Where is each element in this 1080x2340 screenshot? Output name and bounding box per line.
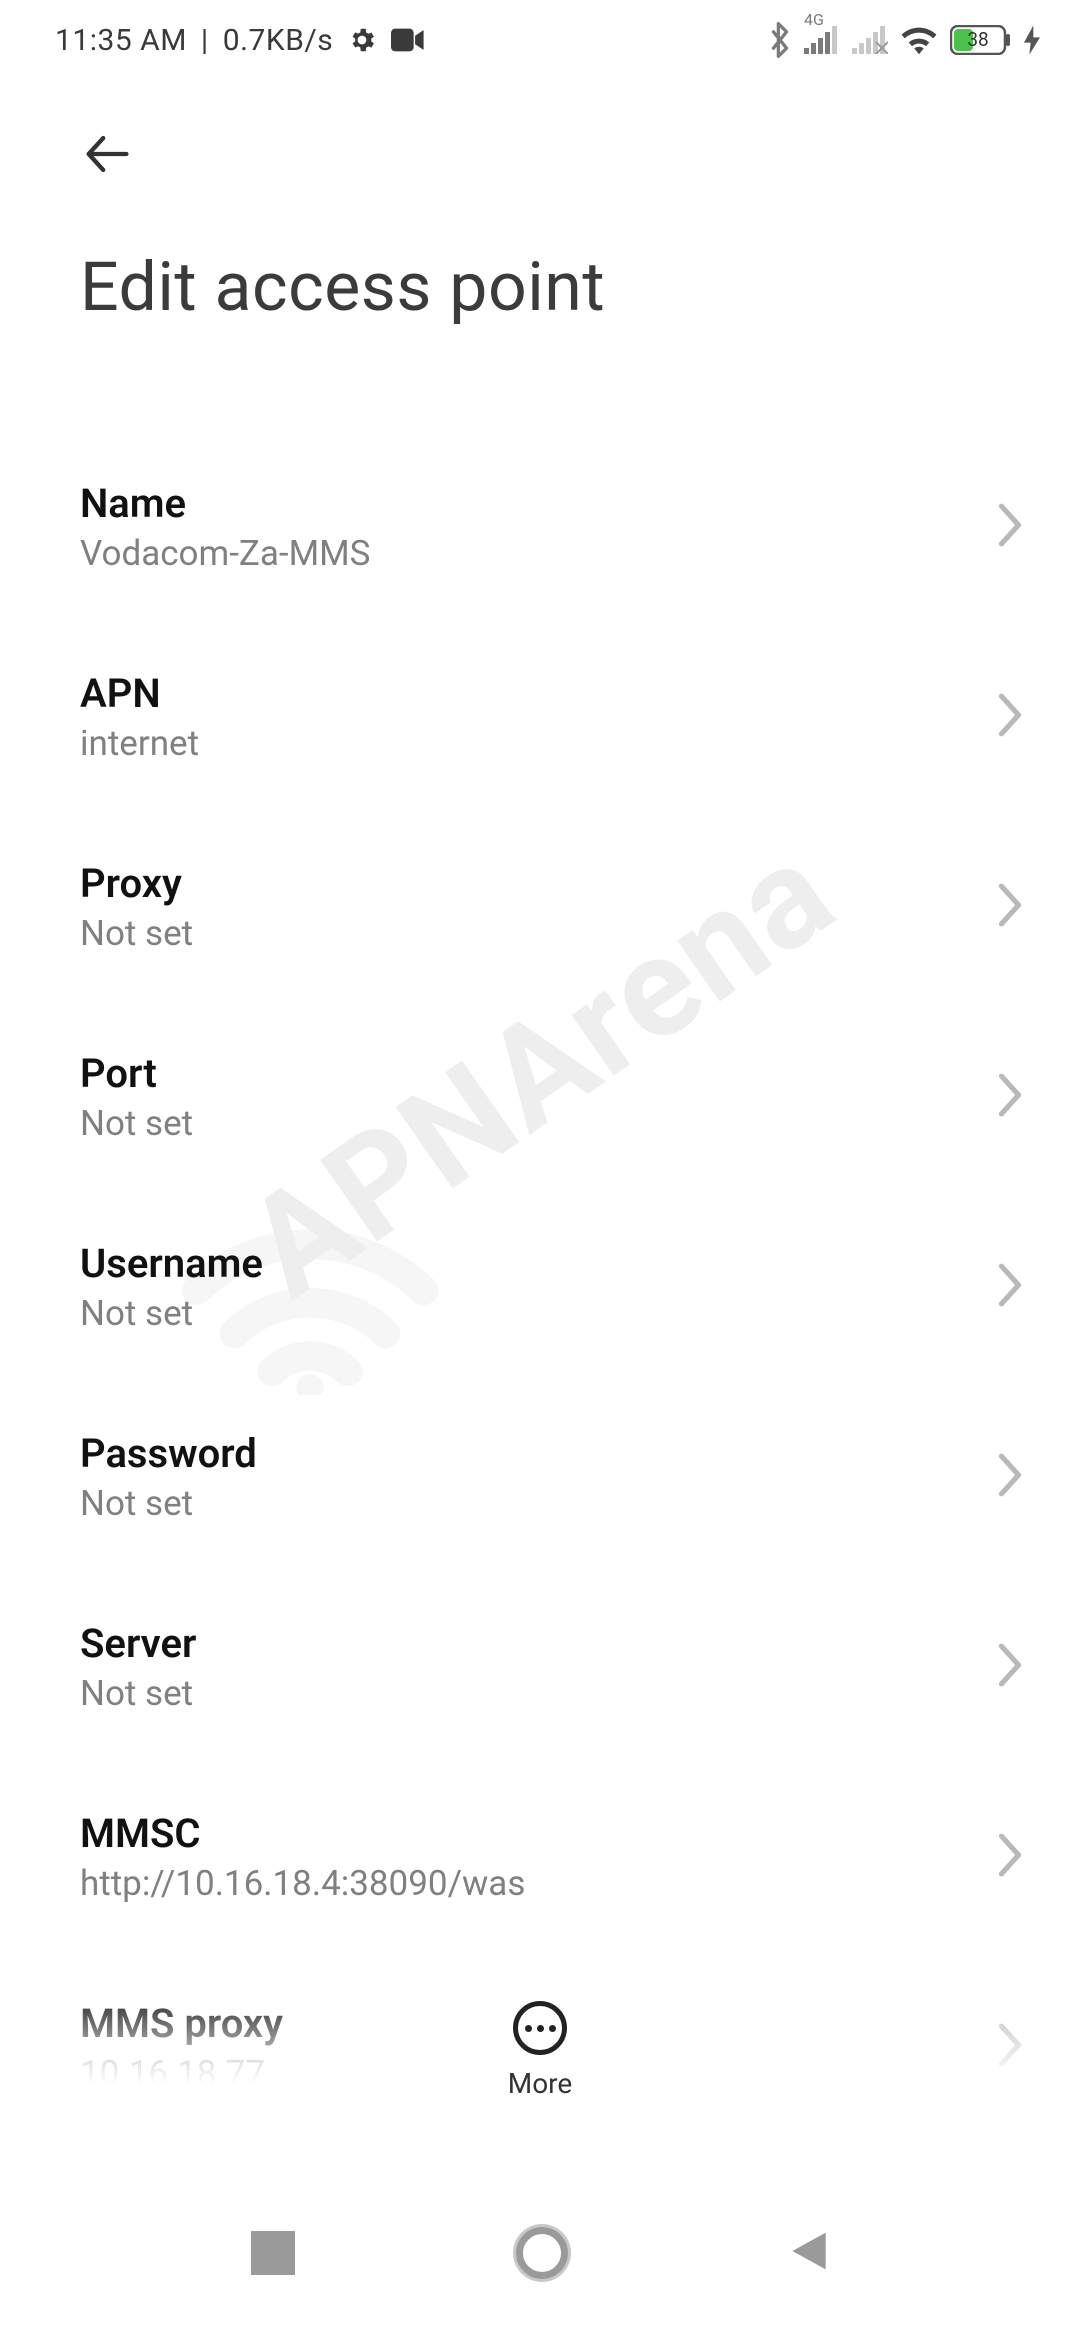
navigation-bar bbox=[0, 2165, 1080, 2340]
row-label: Name bbox=[80, 480, 370, 527]
row-value: Not set bbox=[80, 1103, 193, 1144]
cellular-signal-1-icon: 4G bbox=[804, 26, 840, 54]
gear-icon bbox=[347, 25, 377, 55]
more-button[interactable]: More bbox=[0, 2001, 1080, 2100]
chevron-right-icon bbox=[995, 1831, 1025, 1883]
nav-home-button[interactable] bbox=[516, 2227, 568, 2279]
row-label: APN bbox=[80, 670, 199, 717]
status-net-speed: 0.7KB/s bbox=[223, 23, 334, 58]
row-label: Server bbox=[80, 1620, 196, 1667]
status-right: 4G 38 bbox=[768, 22, 1040, 58]
row-password[interactable]: Password Not set bbox=[80, 1382, 1025, 1572]
row-label: Port bbox=[80, 1050, 193, 1097]
row-value: Not set bbox=[80, 913, 193, 954]
status-time: 11:35 AM bbox=[55, 23, 187, 58]
more-label: More bbox=[508, 2067, 573, 2100]
row-value: Vodacom-Za-MMS bbox=[80, 533, 370, 574]
status-bar: 11:35 AM | 0.7KB/s 4G bbox=[0, 0, 1080, 80]
row-proxy[interactable]: Proxy Not set bbox=[80, 812, 1025, 1002]
page-title: Edit access point bbox=[80, 247, 1025, 327]
row-label: Password bbox=[80, 1430, 257, 1477]
battery-icon: 38 bbox=[950, 25, 1012, 55]
bluetooth-icon bbox=[768, 22, 792, 58]
video-camera-icon bbox=[391, 27, 425, 53]
row-server[interactable]: Server Not set bbox=[80, 1572, 1025, 1762]
back-button[interactable] bbox=[80, 125, 1025, 187]
chevron-right-icon bbox=[995, 1641, 1025, 1693]
chevron-right-icon bbox=[995, 881, 1025, 933]
status-sep: | bbox=[201, 23, 209, 58]
row-label: Proxy bbox=[80, 860, 193, 907]
charging-bolt-icon bbox=[1024, 25, 1040, 55]
header: Edit access point bbox=[0, 80, 1080, 327]
row-port[interactable]: Port Not set bbox=[80, 1002, 1025, 1192]
battery-percent: 38 bbox=[950, 25, 1006, 55]
row-username[interactable]: Username Not set bbox=[80, 1192, 1025, 1382]
row-value: internet bbox=[80, 723, 199, 764]
status-left: 11:35 AM | 0.7KB/s bbox=[55, 23, 425, 58]
more-icon bbox=[513, 2001, 567, 2055]
cellular-signal-2-icon bbox=[852, 26, 888, 54]
row-name[interactable]: Name Vodacom-Za-MMS bbox=[80, 432, 1025, 622]
chevron-right-icon bbox=[995, 1261, 1025, 1313]
nav-recent-apps-button[interactable] bbox=[251, 2231, 295, 2275]
row-label: MMSC bbox=[80, 1810, 525, 1857]
chevron-right-icon bbox=[995, 501, 1025, 553]
row-value: http://10.16.18.4:38090/was bbox=[80, 1863, 525, 1904]
row-value: Not set bbox=[80, 1293, 263, 1334]
wifi-icon bbox=[900, 25, 938, 55]
row-value: Not set bbox=[80, 1673, 196, 1714]
chevron-right-icon bbox=[995, 1071, 1025, 1123]
row-mmsc[interactable]: MMSC http://10.16.18.4:38090/was bbox=[80, 1762, 1025, 1952]
screen: 11:35 AM | 0.7KB/s 4G bbox=[0, 0, 1080, 2340]
cellular-label: 4G bbox=[804, 10, 824, 29]
row-label: Username bbox=[80, 1240, 263, 1287]
nav-back-button[interactable] bbox=[789, 2229, 829, 2277]
row-apn[interactable]: APN internet bbox=[80, 622, 1025, 812]
settings-list: Name Vodacom-Za-MMS APN internet Proxy N… bbox=[0, 432, 1080, 2142]
row-value: Not set bbox=[80, 1483, 257, 1524]
chevron-right-icon bbox=[995, 691, 1025, 743]
chevron-right-icon bbox=[995, 1451, 1025, 1503]
